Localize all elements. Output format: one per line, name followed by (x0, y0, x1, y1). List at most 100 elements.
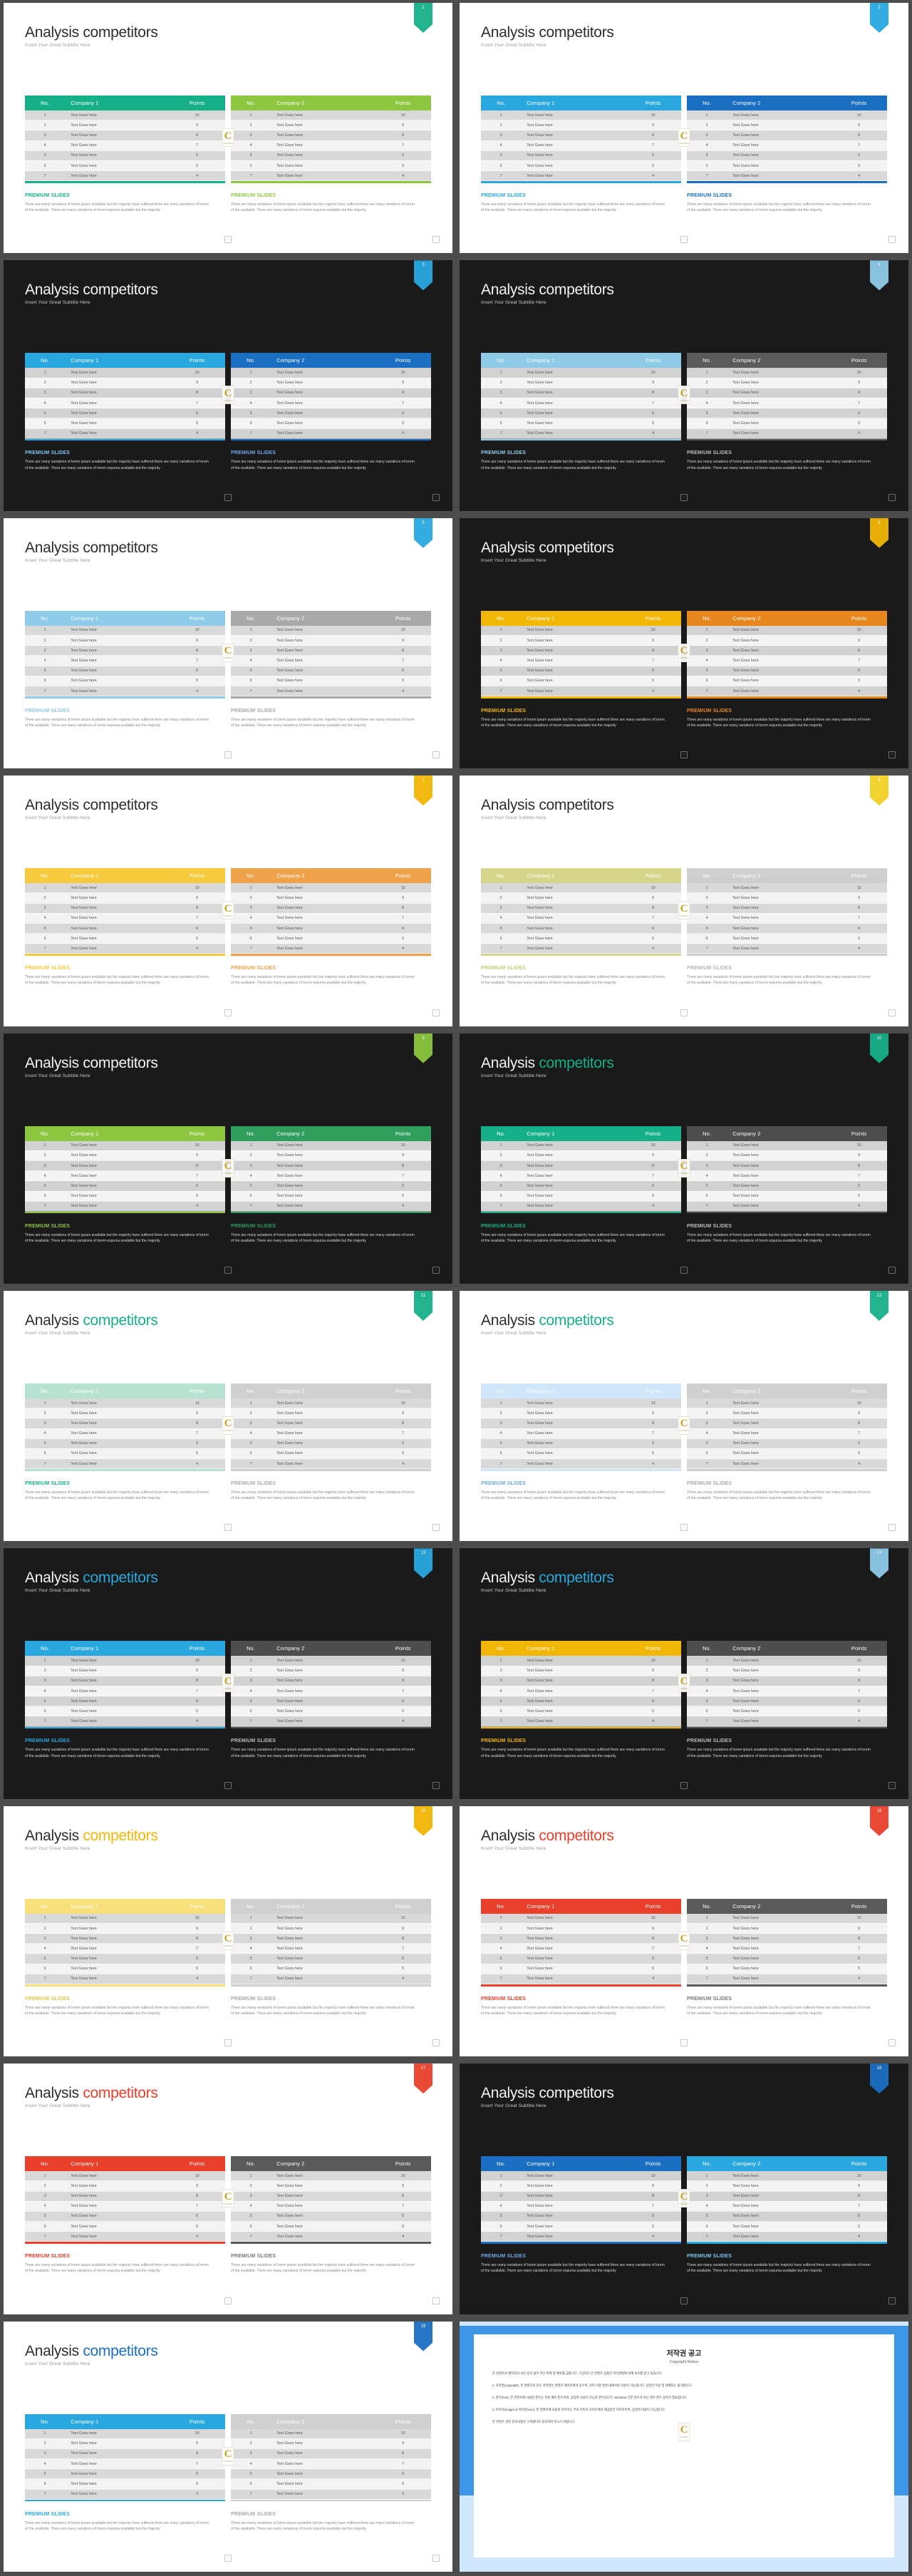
table-row: 7 Text Goes here 4 (481, 1974, 681, 1985)
slide-canvas[interactable]: 13 Analysis competitors Insert Your Grea… (4, 1548, 452, 1799)
next-slide-button[interactable]: › (888, 1524, 896, 1532)
next-slide-button[interactable]: › (888, 2039, 896, 2047)
next-slide-button[interactable]: › (432, 751, 440, 759)
cell-points: 8 (375, 130, 431, 141)
slide-canvas[interactable]: 7 Analysis competitors Insert Your Great… (4, 776, 452, 1026)
next-slide-button[interactable]: › (888, 1266, 896, 1274)
slide-cell[interactable]: 15 Analysis competitors Insert Your Grea… (0, 1803, 456, 2061)
prev-slide-button[interactable]: ‹ (680, 1524, 688, 1532)
copyright-glyph-label: COPYRIGHT (223, 915, 233, 917)
next-slide-button[interactable]: › (432, 2039, 440, 2047)
slide-cell[interactable]: 13 Analysis competitors Insert Your Grea… (0, 1545, 456, 1803)
copyright-slide[interactable]: 저작권 공고 Copyright Notice 본 콘텐츠의 제작자의 사전 동의 … (460, 2321, 908, 2572)
prev-slide-button[interactable]: ‹ (224, 751, 232, 759)
prev-slide-button[interactable]: ‹ (680, 236, 688, 244)
slide-canvas[interactable]: 9 Analysis competitors Insert Your Great… (4, 1033, 452, 1284)
cell-company: Text Goes here (65, 883, 170, 894)
slide-cell[interactable]: 1 Analysis competitors Insert Your Great… (0, 0, 456, 258)
caption-body: There are many variations of lorem ipsum… (687, 202, 871, 213)
prev-slide-button[interactable]: ‹ (680, 1266, 688, 1274)
slide-canvas[interactable]: 4 Analysis competitors Insert Your Great… (460, 260, 908, 511)
prev-slide-button[interactable]: ‹ (224, 1266, 232, 1274)
slide-number: 8 (878, 778, 881, 783)
next-slide-button[interactable]: › (888, 751, 896, 759)
slide-cell[interactable]: 16 Analysis competitors Insert Your Grea… (456, 1803, 912, 2061)
table-body: 1 Text Goes here 10 2 Text Goes here 9 3 Text G… (481, 2171, 681, 2242)
slide-canvas[interactable]: 10 Analysis competitors Insert Your Grea… (460, 1033, 908, 1284)
next-slide-button[interactable]: › (432, 493, 440, 501)
slide-canvas[interactable]: 5 Analysis competitors Insert Your Great… (4, 517, 452, 769)
prev-slide-button[interactable]: ‹ (680, 493, 688, 501)
next-slide-button[interactable]: › (432, 1781, 440, 1789)
slide-canvas[interactable]: 3 Analysis competitors Insert Your Great… (4, 260, 452, 511)
next-slide-button[interactable]: › (432, 1266, 440, 1274)
next-slide-button[interactable]: › (432, 236, 440, 244)
cell-company: Text Goes here (521, 130, 626, 141)
slide-cell[interactable]: 9 Analysis competitors Insert Your Great… (0, 1030, 456, 1288)
prev-slide-button[interactable]: ‹ (224, 2297, 232, 2304)
slide-canvas[interactable]: 15 Analysis competitors Insert Your Grea… (4, 1805, 452, 2057)
slide-cell[interactable]: 11 Analysis competitors Insert Your Grea… (0, 1287, 456, 1546)
slide-cell[interactable]: 12 Analysis competitors Insert Your Grea… (456, 1287, 912, 1546)
prev-slide-button[interactable]: ‹ (680, 1009, 688, 1016)
slide-cell[interactable]: 8 Analysis competitors Insert Your Great… (456, 773, 912, 1031)
slide-cell[interactable]: 2 Analysis competitors Insert Your Great… (456, 0, 912, 258)
next-slide-button[interactable]: › (432, 2554, 440, 2562)
table-bottom-bar (481, 181, 681, 183)
cell-company: Text Goes here (271, 408, 375, 419)
cell-company: Text Goes here (65, 666, 170, 676)
cell-points: 5 (375, 933, 431, 944)
slide-cell[interactable]: 19 Analysis competitors Insert Your Grea… (0, 2318, 456, 2576)
slide-cell[interactable]: 17 Analysis competitors Insert Your Grea… (0, 2061, 456, 2319)
prev-slide-button[interactable]: ‹ (224, 493, 232, 501)
prev-slide-button[interactable]: ‹ (680, 2039, 688, 2047)
prev-slide-button[interactable]: ‹ (680, 2297, 688, 2304)
slide-canvas[interactable]: 2 Analysis competitors Insert Your Great… (460, 3, 908, 254)
next-slide-button[interactable]: › (888, 493, 896, 501)
slide-cell[interactable]: 7 Analysis competitors Insert Your Great… (0, 773, 456, 1031)
slide-cell[interactable]: 14 Analysis competitors Insert Your Grea… (456, 1545, 912, 1803)
cell-company: Text Goes here (65, 1696, 170, 1707)
slide-canvas[interactable]: 6 Analysis competitors Insert Your Great… (460, 517, 908, 769)
slide-canvas[interactable]: 11 Analysis competitors Insert Your Grea… (4, 1290, 452, 1542)
prev-slide-button[interactable]: ‹ (224, 2039, 232, 2047)
slide-cell[interactable]: 4 Analysis competitors Insert Your Great… (456, 257, 912, 515)
slide-cell[interactable]: 18 Analysis competitors Insert Your Grea… (456, 2061, 912, 2319)
slide-canvas[interactable]: 18 Analysis competitors Insert Your Grea… (460, 2064, 908, 2314)
cell-company: Text Goes here (271, 676, 375, 686)
prev-slide-button[interactable]: ‹ (680, 751, 688, 759)
prev-slide-button[interactable]: ‹ (224, 1781, 232, 1789)
slide-cell[interactable]: 6 Analysis competitors Insert Your Great… (456, 515, 912, 773)
slide-canvas[interactable]: 8 Analysis competitors Insert Your Great… (460, 776, 908, 1026)
slide-cell[interactable]: 3 Analysis competitors Insert Your Great… (0, 257, 456, 515)
slide-canvas[interactable]: 14 Analysis competitors Insert Your Grea… (460, 1548, 908, 1799)
table-bottom-bar (481, 438, 681, 441)
competitor-table-2: No. Company 2 Points 1 Text Goes here 10 2 T… (687, 2156, 887, 2242)
chevron-right-icon: › (888, 2039, 896, 2047)
next-slide-button[interactable]: › (888, 236, 896, 244)
next-slide-button[interactable]: › (432, 1009, 440, 1016)
cell-company: Text Goes here (65, 1676, 170, 1686)
slide-canvas[interactable]: 17 Analysis competitors Insert Your Grea… (4, 2064, 452, 2314)
next-slide-button[interactable]: › (888, 1009, 896, 1016)
next-slide-button[interactable]: › (432, 1524, 440, 1532)
slide-canvas[interactable]: 1 Analysis competitors Insert Your Great… (4, 3, 452, 254)
prev-slide-button[interactable]: ‹ (224, 1009, 232, 1016)
table-row: 5 Text Goes here 6 (687, 1696, 887, 1707)
slide-cell[interactable]: 5 Analysis competitors Insert Your Great… (0, 515, 456, 773)
slide-canvas[interactable]: 19 Analysis competitors Insert Your Grea… (4, 2321, 452, 2572)
slide-cell[interactable]: 10 Analysis competitors Insert Your Grea… (456, 1030, 912, 1288)
col-header-company: Company 1 (65, 868, 170, 884)
prev-slide-button[interactable]: ‹ (224, 1524, 232, 1532)
slide-canvas[interactable]: 16 Analysis competitors Insert Your Grea… (460, 1805, 908, 2057)
next-slide-button[interactable]: › (888, 1781, 896, 1789)
prev-slide-button[interactable]: ‹ (680, 1781, 688, 1789)
title-word-competitors: competitors (83, 2085, 158, 2102)
prev-slide-button[interactable]: ‹ (224, 2554, 232, 2562)
cell-points: 5 (625, 1448, 681, 1460)
next-slide-button[interactable]: › (432, 2297, 440, 2304)
prev-slide-button[interactable]: ‹ (224, 236, 232, 244)
next-slide-button[interactable]: › (888, 2297, 896, 2304)
copyright-slide-cell[interactable]: 저작권 공고 Copyright Notice 본 콘텐츠의 제작자의 사전 동의 … (456, 2318, 912, 2576)
slide-canvas[interactable]: 12 Analysis competitors Insert Your Grea… (460, 1290, 908, 1542)
